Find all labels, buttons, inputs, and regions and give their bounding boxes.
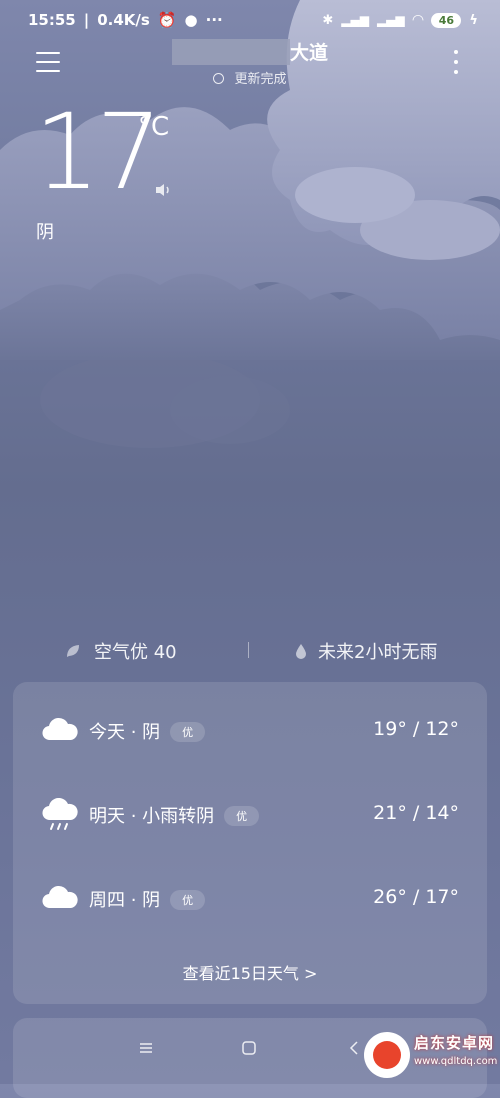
- cloud-icon: [42, 885, 78, 909]
- status-speed: 0.4K/s: [97, 11, 150, 29]
- update-ring-icon: [213, 73, 225, 84]
- raindrop-icon: [296, 644, 306, 659]
- forecast-row-today[interactable]: 今天 · 阴优 19° / 12°: [13, 710, 487, 750]
- aqi-badge: 优: [224, 806, 260, 826]
- air-quality-row[interactable]: 空气优 40 未来2小时无雨: [0, 636, 500, 666]
- watermark-url: www.qdltdq.com: [414, 1056, 498, 1067]
- rain-cloud-icon: [42, 798, 78, 830]
- air-divider: [248, 642, 249, 658]
- watermark-title: 启东安卓网: [414, 1034, 495, 1052]
- home-icon[interactable]: [241, 1040, 257, 1056]
- speaker-icon[interactable]: [154, 182, 174, 198]
- forecast-card[interactable]: 今天 · 阴优 19° / 12° 明天 · 小雨转阴优 21° / 14° 周…: [13, 682, 487, 1004]
- charging-icon: ϟ: [469, 12, 478, 28]
- alarm-icon: ⏰: [157, 11, 177, 29]
- view-15-day-link[interactable]: 查看近15日天气 >: [13, 960, 487, 984]
- weather-header: 大道 更新完成: [0, 36, 500, 96]
- cloud-icon: [42, 717, 78, 741]
- status-bar: 15:55 | 0.4K/s ⏰ ● ··· ✱ ▂▄▆ ▂▄▆ ◠ 46 ϟ: [0, 0, 500, 40]
- current-condition: 阴: [36, 222, 54, 243]
- forecast-day: 明天 · 小雨转阴: [89, 806, 215, 827]
- update-status: 更新完成: [0, 68, 500, 87]
- update-text: 更新完成: [234, 72, 287, 87]
- forecast-day: 周四 · 阴: [89, 890, 161, 911]
- forecast-day: 今天 · 阴: [89, 722, 161, 743]
- recent-apps-icon[interactable]: [138, 1040, 154, 1056]
- forecast-range: 21° / 14°: [373, 802, 459, 824]
- signal-icon-1: ▂▄▆: [341, 13, 369, 27]
- rain-forecast[interactable]: 未来2小时无雨: [294, 638, 437, 664]
- location-redacted: [171, 38, 290, 65]
- status-time: 15:55: [28, 11, 76, 29]
- air-quality-text: 空气优 40: [94, 642, 177, 663]
- wifi-icon: ◠: [412, 12, 424, 28]
- signal-icon-2: ▂▄▆: [376, 13, 405, 27]
- air-quality[interactable]: 空气优 40: [64, 638, 177, 664]
- watermark-logo-icon: [364, 1032, 410, 1078]
- location-title[interactable]: 大道: [0, 38, 500, 65]
- location-name: 大道: [289, 42, 328, 64]
- forecast-row-tomorrow[interactable]: 明天 · 小雨转阴优 21° / 14°: [13, 794, 487, 834]
- status-divider: |: [83, 11, 90, 29]
- forecast-range: 19° / 12°: [373, 718, 459, 740]
- bluetooth-icon: ✱: [322, 12, 334, 28]
- watermark: 启东安卓网 www.qdltdq.com: [356, 1024, 500, 1084]
- forecast-range: 26° / 17°: [373, 886, 459, 908]
- globe-icon: ●: [184, 11, 198, 29]
- forecast-row-thursday[interactable]: 周四 · 阴优 26° / 17°: [13, 878, 487, 918]
- leaf-icon: [67, 645, 79, 657]
- more-options-icon[interactable]: [454, 50, 460, 74]
- rain-forecast-text: 未来2小时无雨: [318, 642, 438, 663]
- more-notifications-icon: ···: [205, 11, 223, 29]
- temperature-unit: °C: [138, 112, 170, 142]
- battery-icon: 46: [431, 12, 462, 28]
- aqi-badge: 优: [170, 890, 206, 910]
- aqi-badge: 优: [170, 722, 206, 742]
